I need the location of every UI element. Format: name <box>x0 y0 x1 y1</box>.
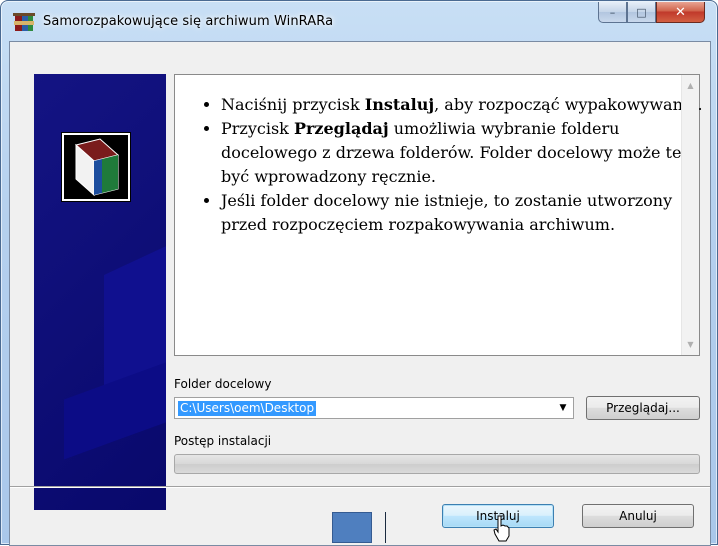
scroll-up-icon[interactable]: ▲ <box>682 77 699 94</box>
footer-divider <box>10 486 710 488</box>
caption-buttons: – □ ✕ <box>598 2 705 24</box>
scroll-down-icon[interactable]: ▼ <box>682 336 699 353</box>
close-icon: ✕ <box>675 4 686 20</box>
side-banner <box>34 74 166 510</box>
folder-label: Folder docelowy <box>174 377 272 391</box>
instructions-list: Naciśnij przycisk Instaluj, aby rozpoczą… <box>189 93 711 237</box>
installer-window: Samorozpakowujące się archiwum WinRARa –… <box>0 0 718 546</box>
progress-label: Postęp instalacji <box>174 434 272 448</box>
destination-folder-combo[interactable]: C:\Users\oem\Desktop ▼ <box>174 397 574 419</box>
instructions-scrollbar[interactable]: ▲ ▼ <box>681 75 699 355</box>
cancel-button[interactable]: Anuluj <box>582 504 694 528</box>
dialog-client-area: Naciśnij przycisk Instaluj, aby rozpoczą… <box>9 41 711 546</box>
maximize-button[interactable]: □ <box>627 2 656 23</box>
taskbar-tile[interactable] <box>332 512 372 543</box>
minimize-icon: – <box>609 5 616 19</box>
rar-archive-icon <box>61 132 131 202</box>
taskbar-separator <box>385 512 386 543</box>
destination-folder-input[interactable]: C:\Users\oem\Desktop <box>178 401 317 416</box>
window-title: Samorozpakowujące się archiwum WinRARa <box>43 14 334 29</box>
browse-button[interactable]: Przeglądaj... <box>586 396 700 420</box>
minimize-button[interactable]: – <box>598 2 627 23</box>
list-item: Naciśnij przycisk Instaluj, aby rozpoczą… <box>221 93 711 117</box>
chevron-down-icon[interactable]: ▼ <box>557 402 569 414</box>
list-item: Jeśli folder docelowy nie istnieje, to z… <box>221 189 711 237</box>
title-bar[interactable]: Samorozpakowujące się archiwum WinRARa –… <box>1 1 717 41</box>
close-button[interactable]: ✕ <box>656 2 705 23</box>
instructions-box: Naciśnij przycisk Instaluj, aby rozpoczą… <box>174 74 703 356</box>
list-item: Przycisk Przeglądaj umożliwia wybranie f… <box>221 117 711 189</box>
winrar-icon <box>13 13 35 31</box>
hand-cursor-icon <box>493 515 510 542</box>
maximize-icon: □ <box>636 5 647 19</box>
install-progress-bar <box>174 454 700 474</box>
